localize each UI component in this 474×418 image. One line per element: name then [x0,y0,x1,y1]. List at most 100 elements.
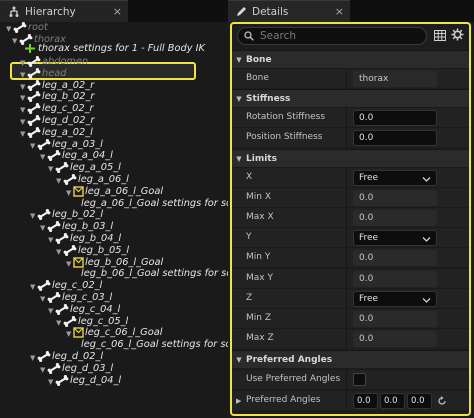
tree-item-label: leg_d_04_l [70,374,122,386]
bone-icon [27,67,41,79]
goal-icon [73,256,84,268]
chevron-down-icon[interactable]: ▼ [56,318,61,329]
property-row-min-y: Min Y 0.0 [232,247,469,269]
bone-icon [63,244,77,256]
chevron-down-icon[interactable]: ▼ [20,58,25,69]
chevron-down-icon[interactable]: ▼ [30,211,35,222]
bone-icon [47,362,61,374]
chevron-down-icon[interactable]: ▼ [30,353,35,364]
chevron-down-icon[interactable]: ▼ [20,70,25,81]
reset-arrow-icon[interactable] [437,396,447,406]
search-input[interactable] [260,30,410,42]
bone-icon [47,292,61,303]
rotation-stiffness-input[interactable]: 0.0 [353,110,437,126]
chevron-down-icon[interactable]: ▼ [48,164,53,175]
input-value: 0.0 [359,313,374,324]
preferred-angle-y-input[interactable]: 0.0 [380,393,405,409]
chevron-right-icon[interactable]: ▶ [236,397,241,405]
details-panel: Details × ▼ Bone Bone thorax ▼ [228,0,474,418]
tree-item-label: leg_a_05_l [70,162,121,174]
min-x-input[interactable]: 0.0 [353,190,437,207]
chevron-down-icon[interactable]: ▼ [20,129,25,140]
chevron-down-icon[interactable]: ▼ [48,306,53,317]
tree-item-label: leg_c_03_l [62,292,113,303]
property-label: Bone [246,73,269,83]
bone-icon [13,22,27,33]
property-label: Max X [246,212,274,223]
section-preferred-angles-header[interactable]: ▼ Preferred Angles [232,350,469,368]
chevron-down-icon[interactable]: ▼ [66,188,71,199]
chevron-down-icon[interactable]: ▼ [20,117,25,128]
column-divider [346,168,347,188]
search-box[interactable] [237,27,427,45]
property-label: Position Stiffness [246,132,323,142]
min-z-input[interactable]: 0.0 [353,310,437,327]
chevron-down-icon[interactable]: ▼ [30,282,35,293]
section-limits-label: Limits [246,153,277,164]
section-bone-header[interactable]: ▼ Bone [232,50,469,68]
input-value: 0.0 [359,273,374,284]
bone-icon [27,115,41,126]
property-row-min-z: Min Z 0.0 [232,307,469,329]
property-label: Rotation Stiffness [246,112,326,122]
bone-icon [37,351,51,362]
bone-icon [37,138,51,150]
close-icon[interactable]: × [335,5,344,18]
details-tab-bar: Details × [228,0,474,22]
chevron-down-icon[interactable]: ▼ [40,223,45,234]
chevron-down-icon[interactable]: ▼ [20,105,25,116]
chevron-down-icon[interactable]: ▼ [12,36,17,47]
bone-icon [27,56,41,67]
chevron-down-icon[interactable]: ▼ [6,24,11,35]
use-preferred-angles-checkbox[interactable] [353,373,366,386]
position-stiffness-input[interactable]: 0.0 [353,130,437,146]
chevron-down-icon[interactable]: ▼ [56,247,61,258]
bone-icon [55,233,69,244]
chevron-down-icon[interactable]: ▼ [30,141,35,152]
chevron-down-icon[interactable]: ▼ [20,93,25,104]
chevron-down-icon[interactable]: ▼ [48,235,53,246]
bone-icon [55,374,69,386]
min-y-input[interactable]: 0.0 [353,250,437,267]
column-divider [346,328,347,349]
chevron-down-icon[interactable]: ▼ [40,294,45,305]
section-bone-label: Bone [246,54,272,65]
chevron-down-icon[interactable]: ▼ [66,329,71,340]
max-z-input[interactable]: 0.0 [353,330,437,347]
y-limit-dropdown[interactable]: Free [353,230,437,247]
tree-item-label: leg_a_02_r [42,79,95,91]
tab-details[interactable]: Details × [228,0,350,22]
chevron-down-icon[interactable]: ▼ [48,377,53,388]
table-view-icon[interactable] [434,30,446,41]
close-icon[interactable]: × [113,5,122,18]
goal-icon [73,186,84,197]
bone-icon [27,126,41,138]
section-stiffness-header[interactable]: ▼ Stiffness [232,89,469,107]
bone-icon [63,315,77,327]
chevron-down-icon[interactable]: ▼ [56,176,61,187]
property-row-max-y: Max Y 0.0 [232,267,469,289]
chevron-down-icon[interactable]: ▼ [20,82,25,93]
preferred-angle-x-input[interactable]: 0.0 [353,393,378,409]
preferred-angle-z-input[interactable]: 0.0 [407,393,432,409]
tab-hierarchy[interactable]: Hierarchy × [0,0,128,22]
chevron-down-icon[interactable]: ▼ [40,365,45,376]
column-divider [346,288,347,309]
column-divider [346,128,347,148]
section-limits-header[interactable]: ▼ Limits [232,149,469,167]
tree-item-label: leg_b_06_l_Goal [85,256,164,268]
max-y-input[interactable]: 0.0 [353,270,437,287]
dropdown-value: Free [359,293,379,304]
tree-item-label: leg_b_04_l [70,233,122,244]
property-row-preferred-angles: ▶ Preferred Angles 0.0 0.0 0.0 [232,390,469,411]
tree-item-label: leg_d_02_l [52,351,104,362]
pencil-icon [236,6,247,17]
chevron-down-icon[interactable]: ▼ [66,259,71,270]
details-tab-label: Details [252,5,289,18]
search-icon [244,31,254,41]
max-x-input[interactable]: 0.0 [353,210,437,227]
gear-icon[interactable] [451,28,464,41]
chevron-down-icon[interactable]: ▼ [40,152,45,163]
z-limit-dropdown[interactable]: Free [353,290,437,307]
x-limit-dropdown[interactable]: Free [353,170,437,186]
